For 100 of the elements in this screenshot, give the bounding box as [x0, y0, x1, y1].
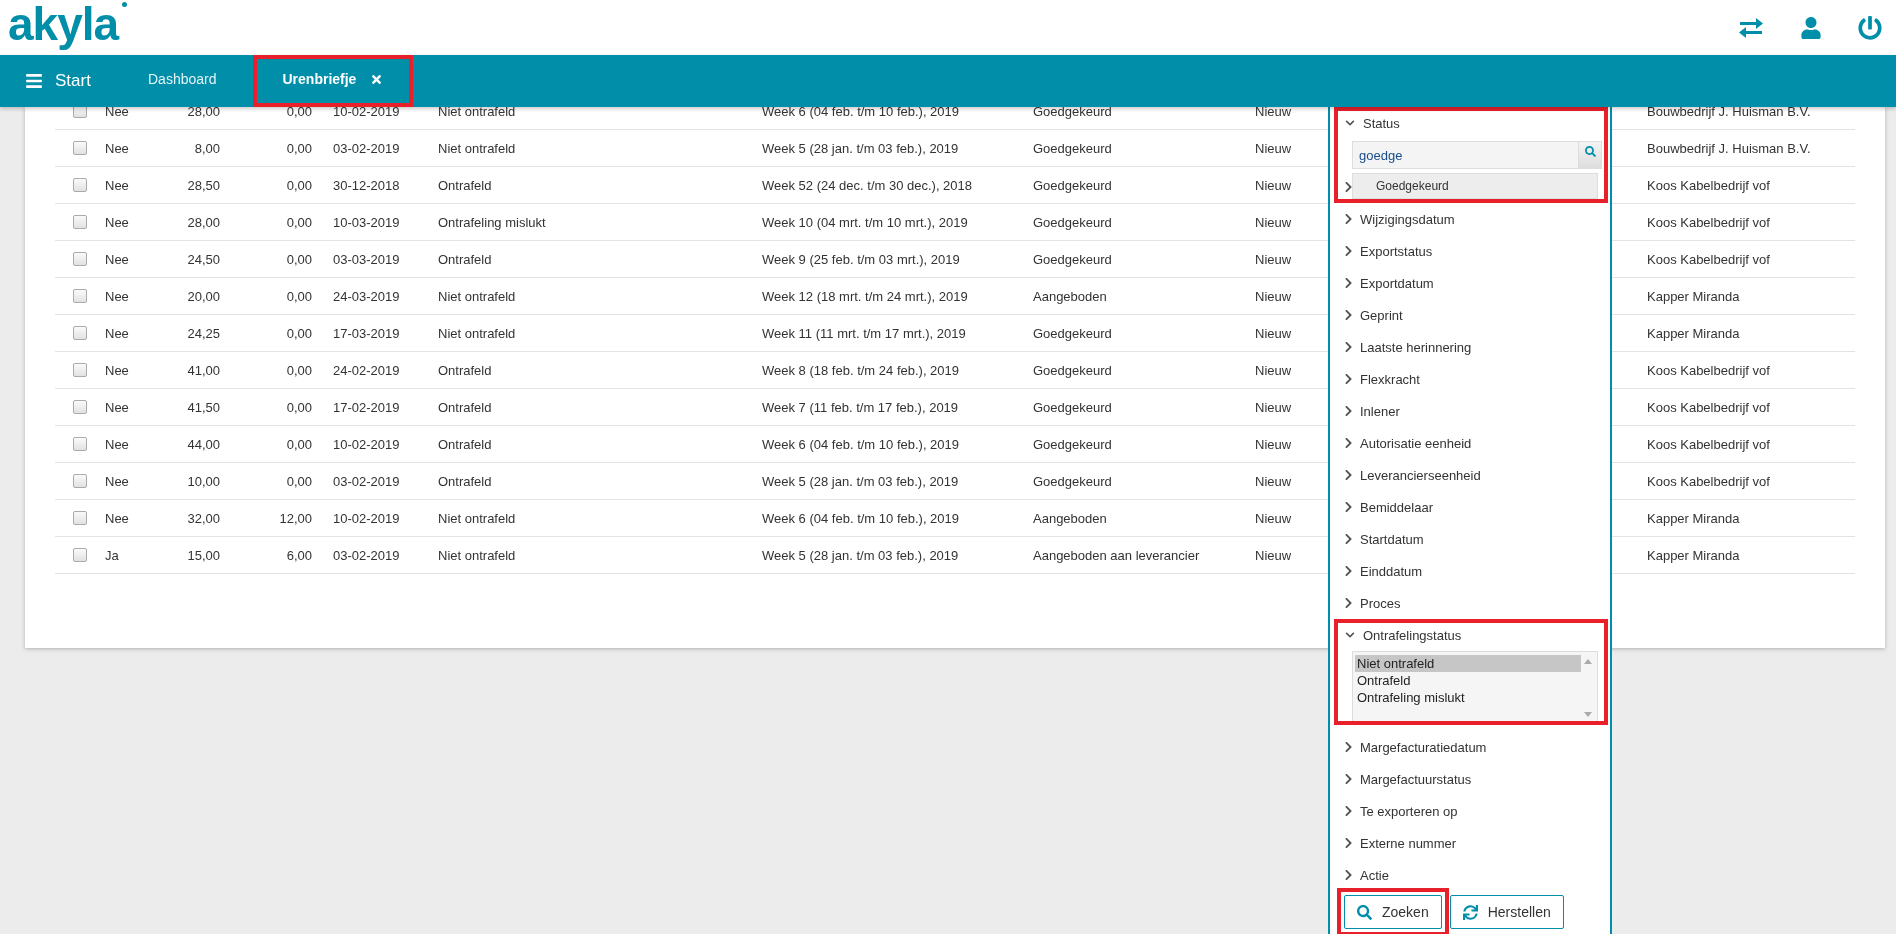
checkbox[interactable]	[73, 252, 87, 266]
table-cell-text: Goedgekeurd	[1033, 436, 1113, 452]
filter-header[interactable]: Einddatum	[1334, 555, 1610, 587]
table-cell-text: Week 5 (28 jan. t/m 03 feb.), 2019	[762, 547, 960, 563]
filter-header[interactable]: Actie	[1334, 859, 1610, 891]
table-cell-text: Goedgekeurd	[1033, 399, 1113, 415]
table-cell-text: Koos Kabelbedrijf vof	[1647, 177, 1771, 193]
filter-header[interactable]: Bemiddelaar	[1334, 491, 1610, 523]
swap-arrows-icon[interactable]	[1738, 16, 1764, 39]
suggestion-item[interactable]: Goedgekeurd	[1352, 173, 1598, 199]
filter-header[interactable]: Margefacturatiedatum	[1334, 731, 1610, 763]
table-cell-text: Week 5 (28 jan. t/m 03 feb.), 2019	[762, 473, 960, 489]
close-icon[interactable]	[370, 72, 384, 86]
table-cell-text: Nieuw	[1255, 436, 1293, 452]
table-cell-text: Ontrafeld	[438, 362, 493, 378]
table-cell-text: Kapper Miranda	[1647, 288, 1741, 304]
search-button[interactable]	[1578, 141, 1602, 169]
filter-label: Exportdatum	[1360, 275, 1434, 291]
filter-header[interactable]: Exportstatus	[1334, 235, 1610, 267]
table-cell-text: 0,00	[285, 362, 312, 378]
table-cell-text: Aangeboden aan leverancier	[1033, 547, 1201, 563]
filter-header[interactable]: Ontrafelingstatus	[1334, 619, 1608, 651]
list-option[interactable]: Niet ontrafeld	[1355, 655, 1581, 672]
chevron-right-icon	[1344, 437, 1353, 449]
start-menu-button[interactable]: Start	[0, 55, 140, 107]
table-cell-text: Nieuw	[1255, 399, 1293, 415]
table-cell-text: Koos Kabelbedrijf vof	[1647, 214, 1771, 230]
table-cell-text: Nee	[105, 288, 130, 304]
checkbox[interactable]	[73, 511, 87, 525]
filter-header[interactable]: Status	[1334, 107, 1608, 139]
checkbox[interactable]	[73, 437, 87, 451]
filter-label: Einddatum	[1360, 563, 1423, 579]
chevron-right-icon	[1344, 405, 1353, 417]
table-cell-text: 28,00	[186, 214, 220, 230]
filter-header[interactable]: Inlener	[1334, 395, 1610, 427]
list-option[interactable]: Ontrafeling mislukt	[1355, 689, 1581, 706]
filter-header[interactable]: Te exporteren op	[1334, 795, 1610, 827]
checkbox[interactable]	[73, 141, 87, 155]
filter-header[interactable]: Leverancierseenheid	[1334, 459, 1610, 491]
table-cell-text: Niet ontrafeld	[438, 107, 517, 119]
tab[interactable]: Dashboard	[140, 55, 225, 107]
table-cell-text: Nee	[105, 436, 130, 452]
reset-button[interactable]: Herstellen	[1449, 895, 1564, 929]
power-icon[interactable]	[1858, 15, 1882, 40]
table-cell-text: Nee	[105, 107, 130, 119]
table-cell-text: Nieuw	[1255, 325, 1293, 341]
table-cell-text: Goedgekeurd	[1033, 473, 1113, 489]
checkbox[interactable]	[73, 400, 87, 414]
checkbox[interactable]	[73, 107, 87, 118]
list-option[interactable]: Ontrafeld	[1355, 672, 1581, 689]
table-cell-text: Nee	[105, 510, 130, 526]
table-cell-text: Goedgekeurd	[1033, 325, 1113, 341]
checkbox[interactable]	[73, 326, 87, 340]
table-cell-text: Week 52 (24 dec. t/m 30 dec.), 2018	[762, 177, 974, 193]
filter-header[interactable]: Autorisatie eenheid	[1334, 427, 1610, 459]
table-cell-text: Goedgekeurd	[1033, 177, 1113, 193]
tab[interactable]: Urenbriefje	[252, 55, 414, 107]
chevron-right-icon	[1344, 805, 1353, 817]
table-cell-text: 17-02-2019	[332, 399, 401, 415]
filter-header[interactable]: Startdatum	[1334, 523, 1610, 555]
table-cell-text: 0,00	[285, 214, 312, 230]
table-cell-text: 20,00	[186, 288, 220, 304]
chevron-right-icon	[1344, 213, 1353, 225]
table-cell-text: Week 5 (28 jan. t/m 03 feb.), 2019	[762, 140, 960, 156]
filter-label: Wijzigingsdatum	[1360, 211, 1455, 227]
table-cell-text: Week 8 (18 feb. t/m 24 feb.), 2019	[762, 362, 961, 378]
checkbox[interactable]	[73, 363, 87, 377]
table-cell-text: Nee	[105, 362, 130, 378]
table-cell-text: Nee	[105, 399, 130, 415]
search-icon	[1357, 904, 1372, 920]
table-cell-text: 0,00	[285, 473, 312, 489]
filter-header[interactable]: Exportdatum	[1334, 267, 1610, 299]
chevron-right-icon	[1344, 309, 1353, 321]
filter-header[interactable]: Wijzigingsdatum	[1334, 203, 1610, 235]
table-cell-text: 6,00	[285, 547, 312, 563]
checkbox[interactable]	[73, 289, 87, 303]
refresh-icon	[1462, 904, 1478, 920]
filter-label: Inlener	[1360, 403, 1400, 419]
table-cell-text: 17-03-2019	[332, 325, 401, 341]
table-cell-text: Kapper Miranda	[1647, 547, 1741, 563]
checkbox[interactable]	[73, 548, 87, 562]
table-cell-text: Nieuw	[1255, 251, 1293, 267]
filter-header[interactable]: Flexkracht	[1334, 363, 1610, 395]
checkbox[interactable]	[73, 215, 87, 229]
filter-header[interactable]: Externe nummer	[1334, 827, 1610, 859]
filter-header[interactable]: Proces	[1334, 587, 1610, 619]
table-cell-text: Niet ontrafeld	[438, 288, 517, 304]
table-cell-text: 32,00	[186, 510, 220, 526]
table-cell-text: Nieuw	[1255, 547, 1293, 563]
search-button[interactable]: Zoeken	[1344, 895, 1442, 929]
user-icon[interactable]	[1800, 16, 1822, 39]
checkbox[interactable]	[73, 474, 87, 488]
table-cell-text: Nieuw	[1255, 288, 1293, 304]
filter-header[interactable]: Margefactuurstatus	[1334, 763, 1610, 795]
search-field[interactable]: goedge	[1352, 141, 1578, 169]
table-cell-text: Bouwbedrijf J. Huisman B.V.	[1647, 107, 1812, 119]
table-cell-text: 0,00	[285, 107, 312, 119]
filter-header[interactable]: Geprint	[1334, 299, 1610, 331]
filter-header[interactable]: Laatste herinnering	[1334, 331, 1610, 363]
checkbox[interactable]	[73, 178, 87, 192]
